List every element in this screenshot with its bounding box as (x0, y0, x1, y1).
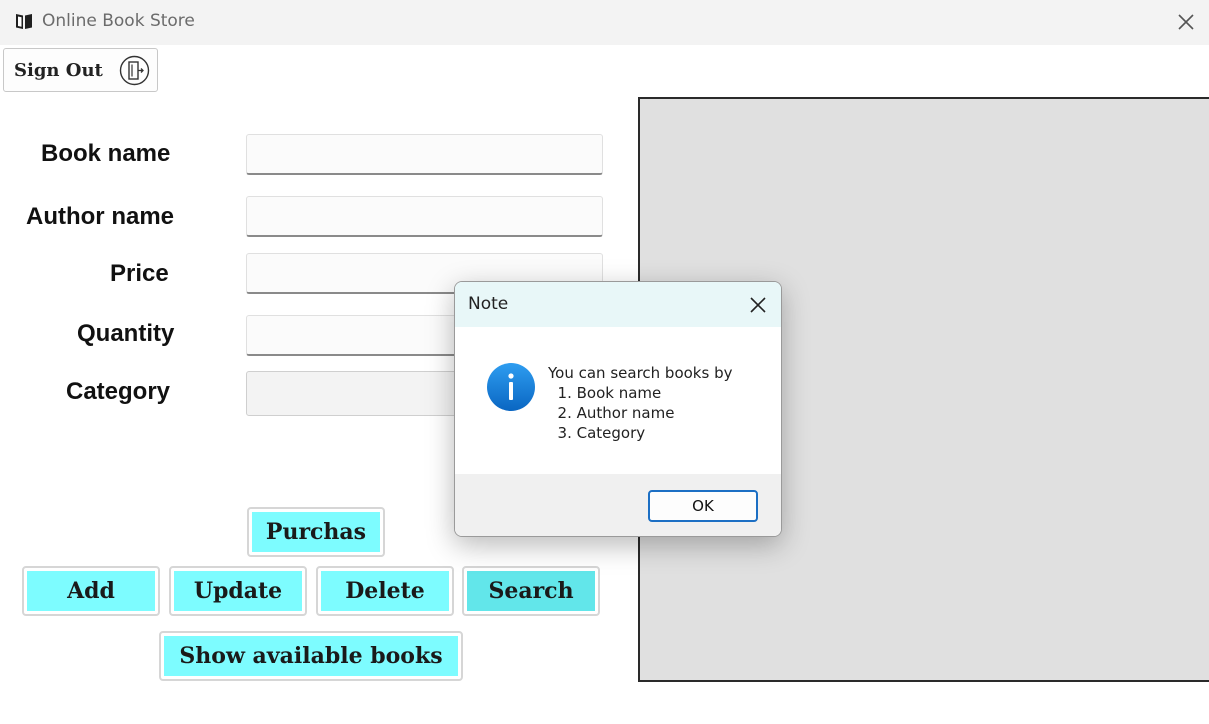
dialog-header: Note (455, 282, 781, 327)
delete-button[interactable]: Delete (316, 566, 454, 616)
title-bar: Online Book Store (0, 0, 1209, 45)
door-exit-icon (119, 55, 150, 86)
dialog-message-line: 1. Book name (548, 384, 662, 402)
note-dialog: Note You can search books by 1. Book nam… (454, 281, 782, 537)
author-name-input[interactable] (246, 196, 603, 237)
purchase-button-label: Purchas (252, 512, 380, 552)
quantity-label: Quantity (77, 320, 175, 347)
purchase-button[interactable]: Purchas (247, 507, 385, 557)
dialog-message-line: You can search books by (548, 364, 733, 382)
window-title: Online Book Store (42, 11, 195, 31)
delete-button-label: Delete (321, 571, 449, 611)
update-button-label: Update (174, 571, 302, 611)
sign-out-button[interactable]: Sign Out (3, 48, 158, 92)
dialog-close-icon[interactable] (747, 294, 769, 316)
price-label: Price (110, 260, 169, 287)
sign-out-label: Sign Out (14, 59, 103, 81)
dialog-footer: OK (455, 474, 781, 536)
book-icon (16, 14, 32, 29)
show-available-books-button[interactable]: Show available books (159, 631, 463, 681)
add-button-label: Add (27, 571, 155, 611)
dialog-title: Note (468, 294, 509, 314)
update-button[interactable]: Update (169, 566, 307, 616)
search-button-label: Search (467, 571, 595, 611)
add-button[interactable]: Add (22, 566, 160, 616)
book-name-label: Book name (41, 140, 171, 167)
info-icon (487, 363, 535, 411)
book-name-input[interactable] (246, 134, 603, 175)
author-name-label: Author name (26, 203, 175, 230)
dialog-message-line: 2. Author name (548, 404, 675, 422)
ok-button[interactable]: OK (648, 490, 758, 522)
search-button[interactable]: Search (462, 566, 600, 616)
dialog-message-line: 3. Category (548, 424, 646, 442)
window-close-icon[interactable] (1175, 11, 1197, 33)
category-label: Category (66, 378, 171, 405)
dialog-message: You can search books by 1. Book name 2. … (548, 363, 732, 443)
show-available-books-label: Show available books (164, 636, 458, 676)
